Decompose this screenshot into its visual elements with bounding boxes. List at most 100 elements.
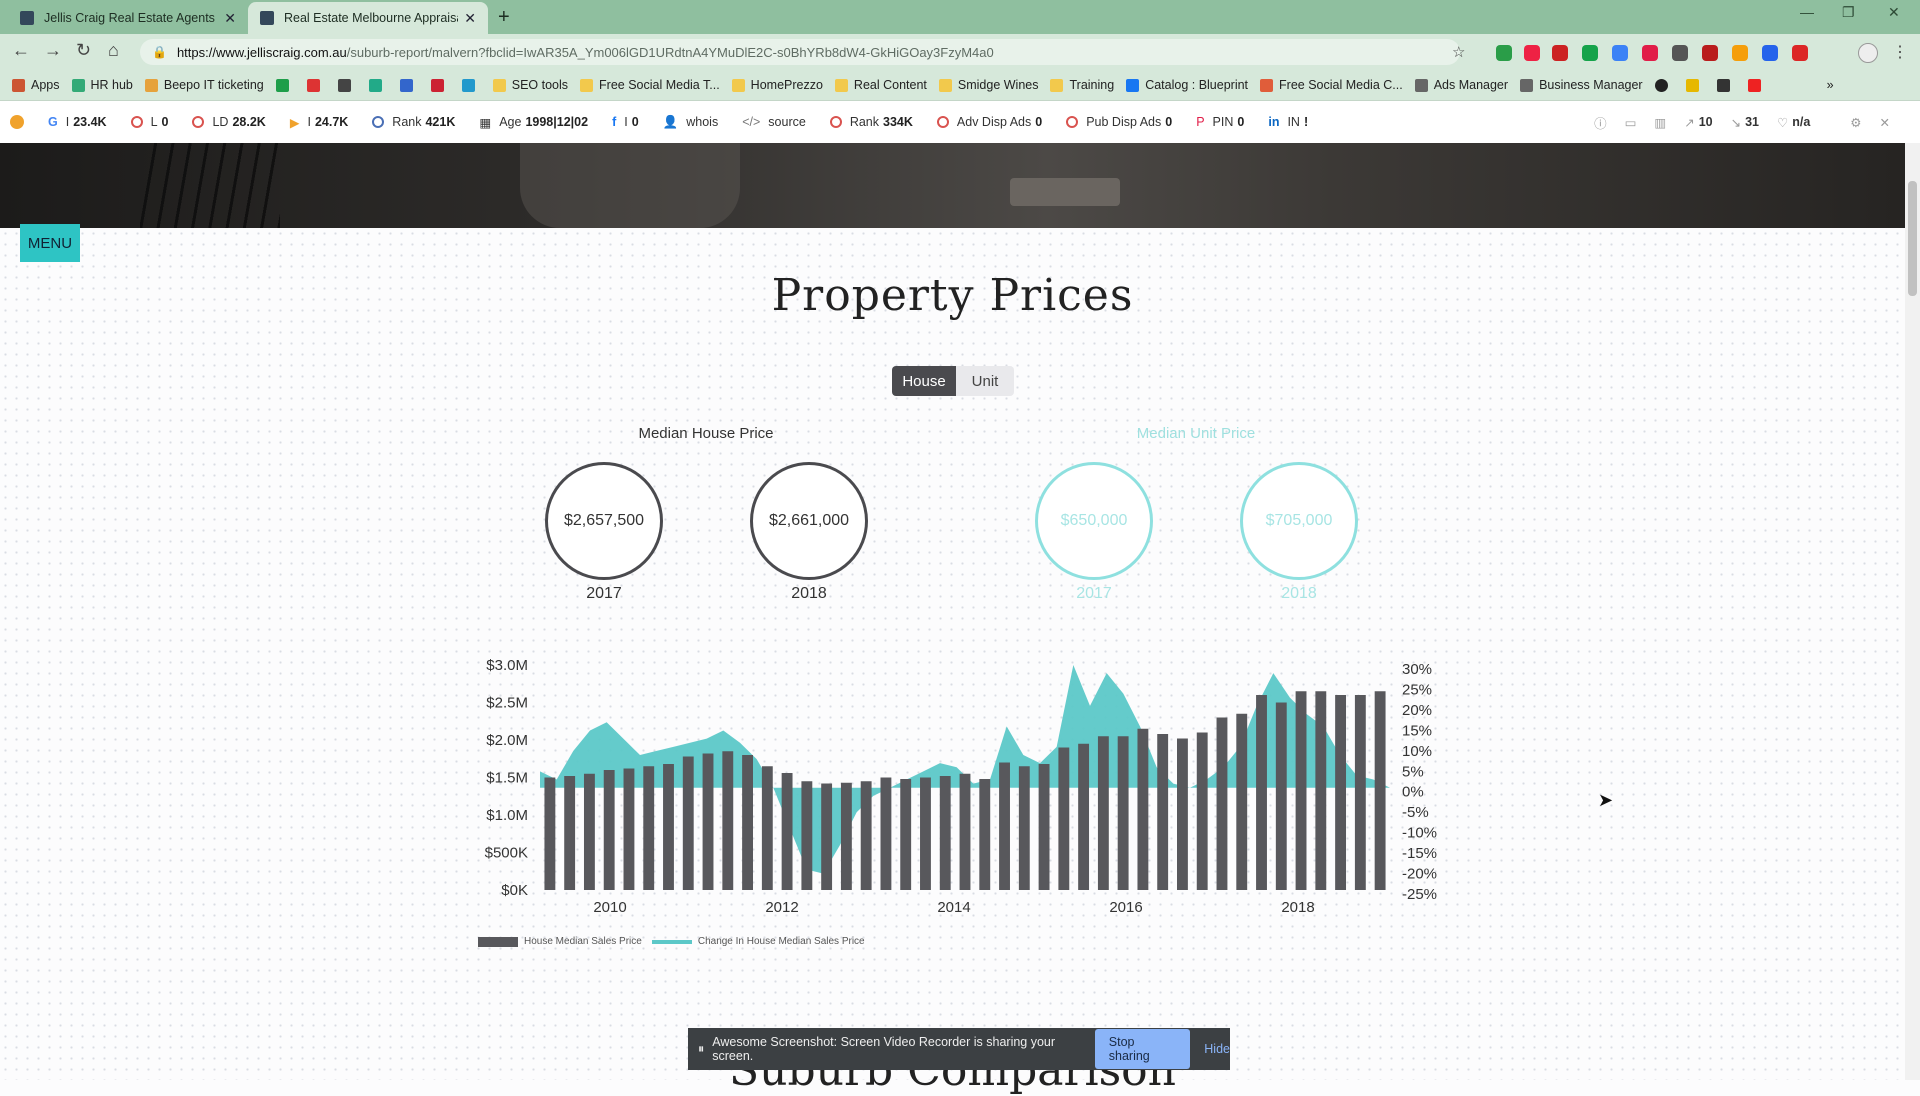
more-bookmarks-icon[interactable]: » xyxy=(1827,78,1834,92)
extension-icon[interactable] xyxy=(1732,45,1748,61)
bookmark-free-social-1[interactable]: Free Social Media T... xyxy=(580,78,720,92)
pdf-icon[interactable] xyxy=(1702,45,1718,61)
home-icon[interactable]: ⌂ xyxy=(108,40,119,61)
seo-links-count: 10 xyxy=(1698,115,1713,129)
bookmark-ext[interactable] xyxy=(1716,78,1736,92)
pause-icon[interactable]: ⏸ xyxy=(698,1042,704,1057)
seo-metric[interactable]: in IN! xyxy=(1268,115,1308,129)
bookmark-ext[interactable] xyxy=(399,78,419,92)
seo-metric[interactable]: L0 xyxy=(130,115,168,129)
price-bar xyxy=(1216,717,1228,890)
unit-year-2018: 2018 xyxy=(1281,585,1317,602)
price-bar xyxy=(801,781,813,890)
menu-dots-icon[interactable]: ⋮ xyxy=(1892,42,1908,62)
tab-title: Jellis Craig Real Estate Agents & xyxy=(44,11,219,25)
seoquake-icon[interactable] xyxy=(10,115,24,129)
seo-label: source xyxy=(768,115,806,129)
restore-icon[interactable]: ❐ xyxy=(1842,4,1855,21)
bookmark-training[interactable]: Training xyxy=(1050,78,1114,92)
seo-metric[interactable]: Pub Disp Ads 0 xyxy=(1066,115,1172,129)
close-window-icon[interactable]: ✕ xyxy=(1888,4,1900,21)
profile-avatar[interactable] xyxy=(1858,43,1878,63)
bookmark-ext[interactable] xyxy=(430,78,450,92)
extension-icon[interactable] xyxy=(1496,45,1512,61)
bookmark-gmail[interactable] xyxy=(306,78,326,92)
bookmarks-bar: Apps HR hub Beepo IT ticketing SEO tools… xyxy=(0,70,1920,101)
stop-sharing-button[interactable]: Stop sharing xyxy=(1094,1029,1191,1069)
seo-metric[interactable]: G I 23.4K xyxy=(48,115,107,129)
y-left-tick-label: $0K xyxy=(501,882,528,899)
bookmark-seo-tools[interactable]: SEO tools xyxy=(492,78,568,92)
bookmark-real-content[interactable]: Real Content xyxy=(834,78,927,92)
bookmark-business-manager[interactable]: Business Manager xyxy=(1520,78,1643,92)
new-tab-icon[interactable]: + xyxy=(498,6,510,29)
seo-metric[interactable]: ▶ I 24.7K xyxy=(290,115,348,130)
bookmark-ext[interactable] xyxy=(1747,78,1767,92)
reload-icon[interactable]: ↻ xyxy=(76,40,91,61)
tab-appraisal[interactable]: Real Estate Melbourne Appraisal ✕ xyxy=(248,2,488,34)
bookmark-ext[interactable] xyxy=(368,78,388,92)
bookmark-smidge[interactable]: Smidge Wines xyxy=(938,78,1038,92)
pinterest-icon[interactable] xyxy=(1642,45,1658,61)
bookmark-icon xyxy=(1414,78,1428,92)
internal-links-icon[interactable]: ↘ xyxy=(1731,115,1741,130)
extension-icon[interactable] xyxy=(1524,45,1540,61)
close-tab-icon[interactable]: ✕ xyxy=(464,10,476,27)
chair-decoration xyxy=(520,143,740,228)
seo-whois[interactable]: 👤 whois xyxy=(663,115,719,130)
menu-button[interactable]: MENU xyxy=(20,224,80,262)
price-bar xyxy=(702,753,714,890)
back-icon[interactable]: ← xyxy=(12,40,30,61)
rec-extension-icon[interactable] xyxy=(1552,45,1568,61)
external-links-icon[interactable]: ↗ xyxy=(1684,115,1694,130)
url-field[interactable]: 🔒 https://www.jelliscraig.com.au/suburb-… xyxy=(140,39,1460,65)
forward-icon[interactable]: → xyxy=(44,40,62,61)
pocket-icon[interactable] xyxy=(1792,45,1808,61)
minimize-icon[interactable]: — xyxy=(1800,4,1814,20)
pinterest-icon xyxy=(430,78,444,92)
bookmark-beepo[interactable]: Beepo IT ticketing xyxy=(144,78,264,92)
grammarly-icon[interactable] xyxy=(1582,45,1598,61)
unit-price-2017: $650,000 xyxy=(1035,462,1153,580)
extension-icon[interactable] xyxy=(1762,45,1778,61)
chart-icon[interactable]: ▥ xyxy=(1654,115,1666,130)
tab-jellis-craig[interactable]: Jellis Craig Real Estate Agents & ✕ xyxy=(8,2,248,34)
info-icon[interactable]: ⓘ xyxy=(1594,113,1607,132)
seo-value: 0 xyxy=(1165,115,1173,129)
bookmark-ads-manager[interactable]: Ads Manager xyxy=(1414,78,1508,92)
seo-metric[interactable]: Rank 421K xyxy=(372,115,455,129)
seo-metric[interactable]: Rank 334K xyxy=(829,115,913,129)
x-tick-label: 2010 xyxy=(593,899,626,916)
bookmark-homeprezzo[interactable]: HomePrezzo xyxy=(731,78,823,92)
page-scrollbar[interactable] xyxy=(1905,143,1920,1080)
price-bar xyxy=(860,781,872,890)
scrollbar-thumb[interactable] xyxy=(1908,181,1917,296)
bookmark-icon xyxy=(71,78,85,92)
monitor-icon[interactable]: ▭ xyxy=(1625,115,1637,130)
bookmark-free-social-2[interactable]: Free Social Media C... xyxy=(1260,78,1403,92)
bookmark-ext[interactable] xyxy=(337,78,357,92)
extension-icon[interactable] xyxy=(1672,45,1688,61)
seo-metric[interactable]: LD 28.2K xyxy=(192,115,266,129)
extension-icon[interactable] xyxy=(1612,45,1628,61)
bookmark-ext[interactable] xyxy=(1654,78,1674,92)
seo-source[interactable]: </> source xyxy=(742,115,806,129)
bookmark-star-icon[interactable]: ☆ xyxy=(1452,43,1465,61)
heart-icon[interactable]: ♡ xyxy=(1777,115,1788,130)
toggle-house[interactable]: House xyxy=(892,366,956,396)
close-icon[interactable]: ✕ xyxy=(1880,115,1890,130)
seo-metric[interactable]: ▦ Age 1998|12|02 xyxy=(479,115,588,130)
bookmark-ext[interactable] xyxy=(461,78,481,92)
hide-button[interactable]: Hide xyxy=(1204,1042,1230,1056)
toggle-unit[interactable]: Unit xyxy=(956,366,1014,396)
bookmark-drive[interactable] xyxy=(275,78,295,92)
bookmark-catalog[interactable]: Catalog : Blueprint xyxy=(1126,78,1248,92)
close-tab-icon[interactable]: ✕ xyxy=(224,10,236,27)
bookmark-apps[interactable]: Apps xyxy=(12,78,60,92)
seo-metric[interactable]: P PIN 0 xyxy=(1196,115,1244,129)
seo-metric[interactable]: fI0 xyxy=(612,115,639,129)
seo-metric[interactable]: Adv Disp Ads 0 xyxy=(936,115,1042,129)
settings-gear-icon[interactable]: ⚙ xyxy=(1850,115,1861,130)
bookmark-ext[interactable] xyxy=(1685,78,1705,92)
bookmark-hr-hub[interactable]: HR hub xyxy=(71,78,133,92)
